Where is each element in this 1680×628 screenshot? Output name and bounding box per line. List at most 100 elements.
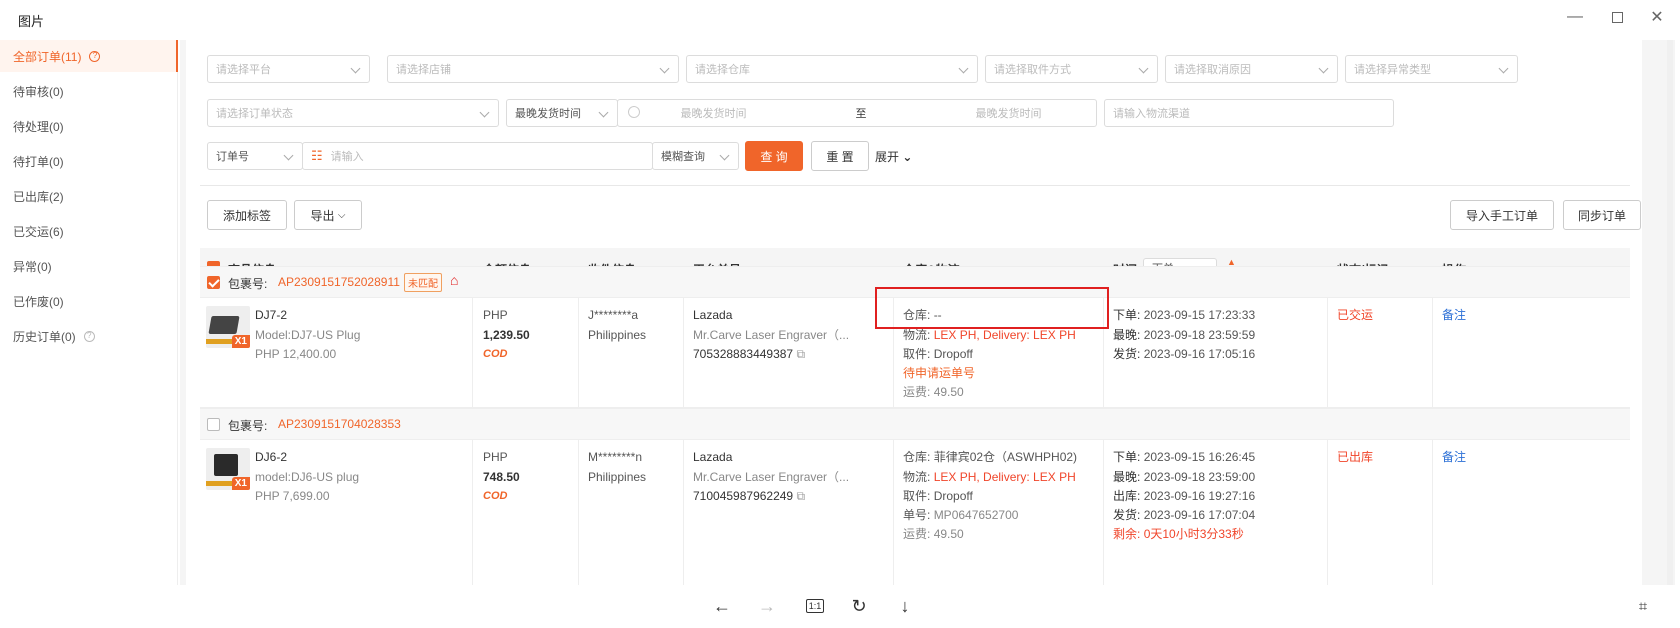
receiver-country: Philippines	[588, 328, 647, 342]
order-sidebar: 全部订单(11) ? 待审核(0) 待处理(0) 待打单(0) 已出库(2) 已…	[0, 40, 178, 585]
minimize-icon[interactable]: —	[1563, 5, 1587, 29]
package-checkbox[interactable]	[207, 418, 220, 431]
package-checkbox[interactable]	[207, 276, 220, 289]
sidebar-item-shipped[interactable]: 已交运(6)	[0, 215, 178, 247]
export-button[interactable]: 导出 ⌵	[294, 200, 362, 230]
range-separator: 至	[855, 108, 867, 120]
product-price: PHP 7,699.00	[255, 489, 330, 503]
product-thumbnail[interactable]: X1	[206, 306, 250, 348]
reset-button[interactable]: 重 置	[811, 141, 869, 171]
latest-time: 最晚: 2023-09-18 23:59:59	[1113, 328, 1256, 342]
sidebar-item-history[interactable]: 历史订单(0) ?	[0, 320, 178, 352]
help-icon[interactable]: ?	[83, 330, 95, 342]
ship-time: 发货: 2023-09-16 17:07:04	[1113, 508, 1256, 522]
package-number[interactable]: AP2309151752028911	[278, 275, 400, 289]
package-number[interactable]: AP2309151704028353	[278, 417, 401, 431]
order-time: 下单: 2023-09-15 17:23:33	[1113, 308, 1256, 322]
note-link[interactable]: 备注	[1442, 305, 1466, 325]
actual-size-button[interactable]: 1:1	[802, 593, 828, 619]
product-price: PHP 12,400.00	[255, 347, 337, 361]
warehouse-line: 仓库: 菲律宾02仓（ASWHPH02)	[903, 450, 1078, 464]
shop-name: Mr.Carve Laser Engraver（...	[693, 470, 850, 484]
product-thumbnail[interactable]: X1	[206, 448, 250, 490]
download-icon[interactable]: ↓	[892, 593, 918, 619]
warehouse-select[interactable]: 请选择仓库	[686, 55, 978, 83]
sidebar-item-outbound[interactable]: 已出库(2)	[0, 180, 178, 212]
end-time-input[interactable]: 最晚发货时间	[976, 105, 1042, 121]
sidebar-item-exception[interactable]: 异常(0)	[0, 250, 178, 282]
platform-select[interactable]: 请选择平台	[207, 55, 370, 83]
sidebar-item-review[interactable]: 待审核(0)	[0, 75, 178, 107]
receiver-name: M********n	[588, 450, 643, 464]
freight-line: 运费: 49.50	[903, 385, 964, 399]
match-mode-select[interactable]: 模糊查询	[652, 142, 739, 170]
actual-size-label: 1:1	[805, 599, 825, 613]
rotate-icon[interactable]: ↻	[846, 593, 872, 619]
ship-time: 发货: 2023-09-16 17:05:16	[1113, 347, 1256, 361]
time-type-select[interactable]: 最晚发货时间	[506, 99, 618, 127]
package-label: 包裹号:	[228, 277, 268, 291]
search-input[interactable]: ☷ 请输入	[302, 142, 653, 170]
cancel-reason-select[interactable]: 请选择取消原因	[1165, 55, 1338, 83]
cod-badge: COD	[483, 348, 508, 360]
clock-icon	[628, 106, 640, 118]
order-status-select[interactable]: 请选择订单状态	[207, 99, 499, 127]
image-viewer-window: 图片 — ✕ 全部订单(11) ? 待审核(0) 待处理(0) 待打单(0) 已…	[0, 0, 1680, 628]
product-model: model:DJ6-US plug	[255, 470, 360, 484]
tracking-line: 单号: MP0647652700	[903, 508, 1019, 522]
chevron-down-icon: ⌵	[337, 209, 346, 221]
query-button[interactable]: 查 询	[745, 141, 803, 171]
viewer-toolbar: ← → 1:1 ↻ ↓ ⌗	[0, 585, 1680, 628]
package-label: 包裹号:	[228, 419, 268, 433]
pickup-line: 取件: Dropoff	[903, 489, 973, 503]
window-title: 图片	[18, 14, 45, 29]
outbound-time: 出库: 2023-09-16 19:27:16	[1113, 489, 1256, 503]
batch-input-icon[interactable]: ☷	[311, 148, 323, 164]
add-tag-button[interactable]: 添加标签	[207, 200, 287, 230]
sync-orders-button[interactable]: 同步订单	[1563, 200, 1641, 230]
pickup-line: 取件: Dropoff	[903, 347, 973, 361]
maximize-icon[interactable]	[1605, 5, 1629, 29]
highlight-box	[875, 287, 1109, 329]
platform-order-no: 710045987962249 ⧉	[693, 489, 806, 503]
pickup-select[interactable]: 请选择取件方式	[985, 55, 1158, 83]
import-manual-button[interactable]: 导入手工订单	[1450, 200, 1554, 230]
sidebar-item-label: 待处理(0)	[13, 119, 64, 134]
order-time: 下单: 2023-09-15 16:26:45	[1113, 450, 1256, 464]
status-badge: 已交运	[1337, 308, 1374, 322]
sidebar-item-print[interactable]: 待打单(0)	[0, 145, 178, 177]
note-link[interactable]: 备注	[1442, 447, 1466, 467]
channel-input[interactable]: 请输入物流渠道	[1104, 99, 1394, 127]
platform-order-no: 705328883449387 ⧉	[693, 347, 806, 361]
sidebar-item-void[interactable]: 已作废(0)	[0, 285, 178, 317]
start-time-input[interactable]: 最晚发货时间	[681, 105, 747, 121]
expand-toggle[interactable]: 展开 ⌄	[875, 148, 912, 165]
copy-icon[interactable]: ⧉	[796, 347, 805, 361]
sidebar-item-label: 待审核(0)	[13, 84, 64, 99]
copy-icon[interactable]: ⧉	[796, 489, 805, 503]
scrollbar[interactable]	[1667, 40, 1673, 585]
shop-name: Mr.Carve Laser Engraver（...	[693, 328, 850, 342]
amount-currency: PHP	[483, 450, 508, 464]
translate-icon[interactable]: ⌗	[1630, 593, 1656, 619]
sidebar-item-label: 异常(0)	[13, 259, 52, 274]
remaining-time: 剩余: 0天10小时3分33秒	[1113, 527, 1244, 541]
pending-waybill-link[interactable]: 待申请运单号	[903, 363, 975, 383]
close-icon[interactable]: ✕	[1645, 5, 1669, 29]
arrow-right-icon[interactable]: →	[754, 593, 780, 619]
sidebar-item-all[interactable]: 全部订单(11) ?	[0, 40, 178, 72]
arrow-left-icon[interactable]: ←	[709, 593, 735, 619]
store-select[interactable]: 请选择店铺	[387, 55, 679, 83]
product-sku: DJ6-2	[255, 450, 288, 464]
order-field-select[interactable]: 订单号	[207, 142, 303, 170]
sidebar-item-label: 待打单(0)	[13, 154, 64, 169]
help-icon[interactable]: ?	[89, 50, 101, 62]
platform-name: Lazada	[693, 450, 733, 464]
sidebar-item-processing[interactable]: 待处理(0)	[0, 110, 178, 142]
date-range-picker[interactable]: 最晚发货时间 至 最晚发货时间	[617, 99, 1097, 127]
package-header: 包裹号: AP2309151704028353	[200, 408, 1630, 440]
receiver-name: J********a	[588, 308, 639, 322]
exception-type-select[interactable]: 请选择异常类型	[1345, 55, 1518, 83]
product-sku: DJ7-2	[255, 308, 288, 322]
order-panel: 请选择平台 请选择店铺 请选择仓库 请选择取件方式 请选择取消原因 请选择异常类…	[186, 40, 1642, 585]
